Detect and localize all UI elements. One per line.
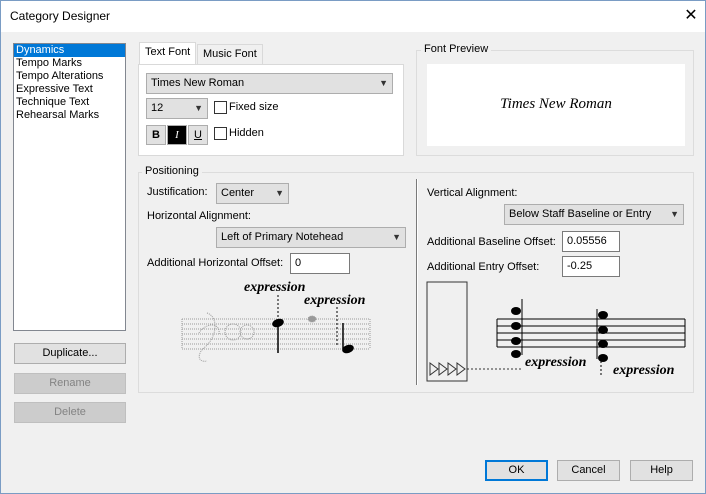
horizontal-example-expression-2: expression [304,293,366,308]
category-item-tempo-alterations[interactable]: Tempo Alterations [14,70,125,83]
justification-label: Justification: [147,186,208,198]
category-item-expressive-text[interactable]: Expressive Text [14,83,125,96]
positioning-divider [416,179,418,385]
font-size-value: 12 [151,102,164,114]
hidden-checkbox[interactable] [214,127,227,140]
additional-baseline-offset-field[interactable]: 0.05556 [562,231,620,252]
chevron-down-icon: ▼ [392,232,401,242]
additional-baseline-offset-label: Additional Baseline Offset: [427,236,556,248]
horizontal-example-expression-1: expression [244,280,306,295]
category-item-tempo-marks[interactable]: Tempo Marks [14,57,125,70]
category-item-dynamics[interactable]: Dynamics [14,44,125,57]
additional-horizontal-offset-field[interactable]: 0 [290,253,350,274]
horizontal-alignment-combo[interactable]: Left of Primary Notehead ▼ [216,227,406,248]
font-family-value: Times New Roman [151,77,245,89]
category-designer-dialog: Category Designer ✕ Dynamics Tempo Marks… [0,0,706,494]
close-icon[interactable]: ✕ [677,1,705,31]
duplicate-button[interactable]: Duplicate... [14,343,126,364]
font-family-combo[interactable]: Times New Roman ▼ [146,73,393,94]
additional-entry-offset-field[interactable]: -0.25 [562,256,620,277]
bold-toggle[interactable]: B [146,125,166,145]
rename-button[interactable]: Rename [14,373,126,394]
chevron-down-icon: ▼ [194,103,203,113]
font-preview-box: Times New Roman [427,64,685,146]
delete-button[interactable]: Delete [14,402,126,423]
positioning-label: Positioning [142,165,202,177]
fixed-size-label: Fixed size [229,101,279,113]
tab-text-font[interactable]: Text Font [139,42,197,64]
font-preview-label: Font Preview [421,43,492,55]
italic-toggle[interactable]: I [167,125,187,145]
vertical-alignment-combo[interactable]: Below Staff Baseline or Entry ▼ [504,204,684,225]
horizontal-alignment-label: Horizontal Alignment: [147,210,251,222]
title-bar: Category Designer ✕ [1,1,705,32]
tab-music-font[interactable]: Music Font [197,44,263,64]
justification-value: Center [221,187,255,199]
justification-combo[interactable]: Center ▼ [216,183,289,204]
additional-horizontal-offset-label: Additional Horizontal Offset: [147,257,284,269]
vertical-example-expression-2: expression [613,363,675,378]
vertical-alignment-value: Below Staff Baseline or Entry [509,208,652,220]
chevron-down-icon: ▼ [670,209,679,219]
vertical-example-expression-1: expression [525,355,587,370]
ok-button[interactable]: OK [485,460,548,481]
additional-entry-offset-label: Additional Entry Offset: [427,261,540,273]
chevron-down-icon: ▼ [275,188,284,198]
category-list[interactable]: Dynamics Tempo Marks Tempo Alterations E… [13,43,126,331]
chevron-down-icon: ▼ [379,78,388,88]
font-preview-sample: Times New Roman [500,96,612,112]
fixed-size-checkbox[interactable] [214,101,227,114]
vertical-alignment-label: Vertical Alignment: [427,187,518,199]
underline-toggle[interactable]: U [188,125,208,145]
hidden-label: Hidden [229,127,264,139]
horizontal-alignment-value: Left of Primary Notehead [221,231,344,243]
category-item-technique-text[interactable]: Technique Text [14,96,125,109]
window-title: Category Designer [10,9,111,23]
category-item-rehearsal-marks[interactable]: Rehearsal Marks [14,109,125,122]
help-button[interactable]: Help [630,460,693,481]
font-size-combo[interactable]: 12 ▼ [146,98,208,119]
cancel-button[interactable]: Cancel [557,460,620,481]
